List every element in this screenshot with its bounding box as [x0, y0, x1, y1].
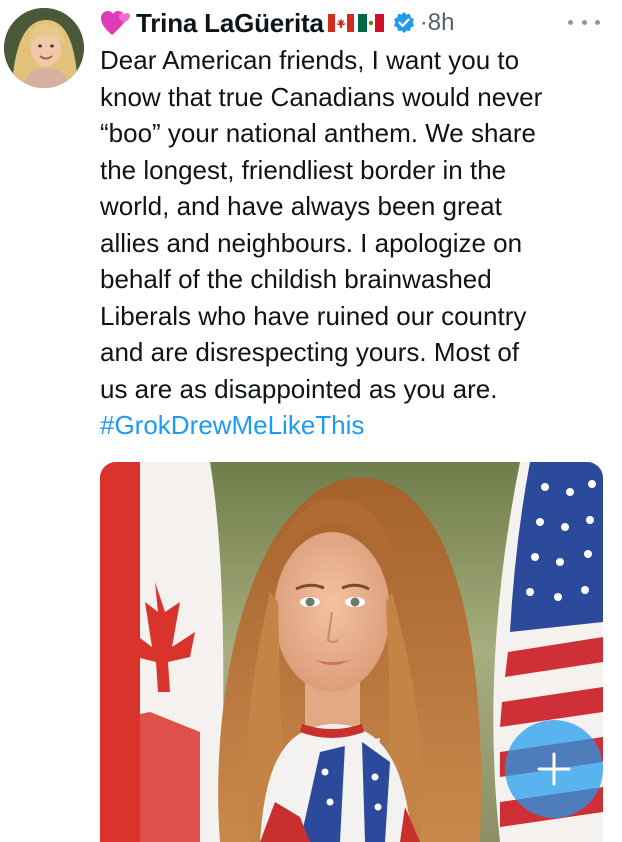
- tweet-line: behalf of the childish brainwashed: [100, 264, 492, 294]
- tweet-line: Liberals who have ruined our country: [100, 300, 527, 331]
- tweet-header: Trina LaGüerita ·8h: [100, 6, 454, 40]
- display-name[interactable]: Trina LaGüerita: [136, 8, 324, 39]
- compose-plus-icon: [537, 752, 571, 786]
- two-hearts-icon: [101, 11, 130, 35]
- tweet-line: Dear American friends, I want you to: [100, 45, 520, 75]
- separator: ·: [419, 9, 428, 36]
- time-label: 8h: [427, 9, 455, 36]
- woman-portrait-avatar-icon: [4, 8, 84, 88]
- canada-flag-icon: [327, 14, 354, 32]
- compose-button[interactable]: [505, 720, 603, 818]
- more-options-icon[interactable]: [568, 14, 600, 30]
- tweet-line: “boo” your national anthem. We share: [100, 118, 536, 148]
- tweet-card: Trina LaGüerita ·8h Dear American friend…: [0, 0, 622, 842]
- verified-badge-icon: [393, 12, 414, 33]
- hashtag-link[interactable]: #GrokDrewMeLikeThis: [100, 407, 610, 444]
- avatar[interactable]: [4, 8, 84, 88]
- timestamp[interactable]: ·8h: [420, 9, 455, 37]
- mexico-flag-icon: [357, 14, 384, 32]
- tweet-line: us are as disappointed as you are.: [100, 373, 498, 404]
- tweet-line: and are disrespecting yours. Most of: [100, 337, 520, 367]
- tweet-line: the longest, friendliest border in the: [100, 154, 507, 185]
- tweet-text: Dear American friends, I want you to kno…: [100, 42, 610, 444]
- tweet-line: know that true Canadians would never: [100, 81, 543, 112]
- tweet-line: allies and neighbours. I apologize on: [100, 227, 523, 258]
- tweet-line: world, and have always been great: [100, 191, 502, 221]
